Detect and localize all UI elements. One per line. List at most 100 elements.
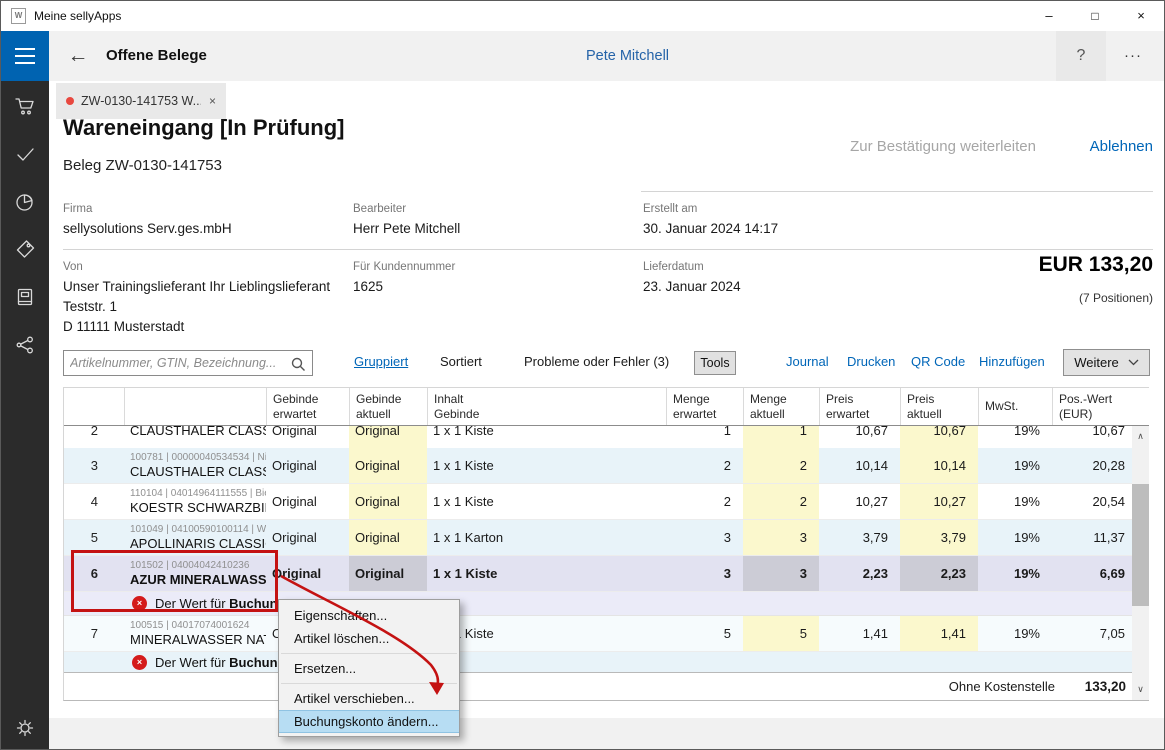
forward-for-approval-button[interactable]: Zur Bestätigung weiterleiten (850, 138, 1036, 155)
positions-table: Gebindeerwartet Gebindeaktuell InhaltGeb… (63, 387, 1149, 701)
hinzufuegen-link[interactable]: Hinzufügen (979, 354, 1045, 369)
inhalt-cell: 1 x 1 Kiste (427, 448, 666, 483)
inhalt-cell: 1 x 1 Kiste (427, 426, 666, 448)
document-subtitle: Beleg ZW-0130-141753 (63, 157, 222, 174)
pie-chart-icon[interactable] (14, 191, 36, 213)
tab-status-dot-icon (66, 97, 74, 105)
annotation-highlight-box (71, 550, 278, 612)
bearbeiter-label: Bearbeiter (353, 203, 406, 215)
checkmark-icon[interactable] (14, 143, 36, 165)
col-header-menge-erwartet[interactable]: Mengeerwartet (666, 388, 743, 425)
preis-aktuell-cell: 10,14 (900, 448, 978, 483)
gebinde-aktuell-cell: Original (349, 556, 427, 591)
table-row[interactable]: 7 100515 | 04017074001624MINERALWASSER N… (64, 616, 1149, 652)
col-header-pos-wert[interactable]: Pos.-Wert(EUR) (1052, 388, 1133, 425)
preis-erwartet-cell: 10,67 (819, 426, 900, 448)
scroll-up-arrow-icon[interactable]: ∧ (1132, 428, 1149, 445)
von-line3: D 11111 Musterstadt (63, 317, 184, 337)
kundennummer-label: Für Kundennummer (353, 261, 455, 273)
mwst-cell: 19% (978, 484, 1052, 519)
back-arrow-icon: ← (68, 44, 89, 67)
minimize-button[interactable]: – (1026, 1, 1072, 31)
row-number: 3 (64, 448, 124, 483)
col-header-inhalt-gebinde[interactable]: InhaltGebinde (427, 388, 666, 425)
lieferdatum-label: Lieferdatum (643, 261, 704, 273)
article-cell: 100515 | 04017074001624MINERALWASSER NAT… (124, 616, 266, 651)
book-icon[interactable] (14, 286, 36, 308)
app-window: W Meine sellyApps – □ × ← Offene Belege … (0, 0, 1165, 750)
article-cell: 110104 | 04014964111555 | Bier...KOESTR … (124, 484, 266, 519)
bearbeiter-value: Herr Pete Mitchell (353, 219, 460, 239)
von-line2: Teststr. 1 (63, 297, 117, 317)
menu-item-artikel-verschieben[interactable]: Artikel verschieben... (279, 687, 459, 710)
kostenstelle-label: Ohne Kostenstelle (949, 679, 1055, 694)
tab-label: ZW-0130-141753 W... (81, 94, 201, 108)
share-network-icon[interactable] (14, 334, 36, 356)
error-row: × Der Wert für Buchungsk (64, 652, 1149, 674)
more-options-button[interactable]: ··· (1110, 31, 1156, 81)
col-header-menge-aktuell[interactable]: Mengeaktuell (743, 388, 819, 425)
document-tab[interactable]: ZW-0130-141753 W... × (56, 83, 226, 119)
menu-item-ersetzen[interactable]: Ersetzen... (279, 657, 459, 680)
firma-label: Firma (63, 203, 92, 215)
tab-close-icon[interactable]: × (209, 94, 216, 108)
inhalt-cell: 1 x 1 Kiste (427, 484, 666, 519)
gruppiert-filter[interactable]: Gruppiert (354, 354, 408, 369)
table-row[interactable]: 3 100781 | 00000040534534 | Nich...CLAUS… (64, 448, 1149, 484)
col-header-gebinde-erwartet[interactable]: Gebindeerwartet (266, 388, 349, 425)
content-area: ZW-0130-141753 W... × Wareneingang [In P… (49, 81, 1165, 750)
lieferdatum-value: 23. Januar 2024 (643, 277, 741, 297)
divider (63, 249, 1153, 250)
vertical-scrollbar[interactable]: ∧ ∨ (1132, 426, 1149, 700)
help-icon: ? (1077, 47, 1086, 64)
tools-button[interactable]: Tools (694, 351, 736, 375)
gebinde-erwartet-cell: Original (266, 426, 349, 448)
pos-wert-cell: 10,67 (1052, 426, 1133, 448)
table-row[interactable]: 4 110104 | 04014964111555 | Bier...KOEST… (64, 484, 1149, 520)
reject-button[interactable]: Ablehnen (1090, 138, 1153, 155)
inhalt-cell: 1 x 1 Kiste (427, 616, 666, 651)
sortiert-filter[interactable]: Sortiert (440, 354, 482, 369)
price-tag-icon[interactable] (14, 238, 36, 260)
menu-item-eigenschaften[interactable]: Eigenschaften... (279, 604, 459, 627)
gebinde-erwartet-cell: Original (266, 556, 349, 591)
qr-code-link[interactable]: QR Code (911, 354, 965, 369)
document-title: Wareneingang [In Prüfung] (63, 115, 345, 141)
menu-item-buchungskonto-aendern[interactable]: Buchungskonto ändern... (279, 710, 459, 733)
chevron-down-icon (1128, 359, 1139, 366)
help-button[interactable]: ? (1056, 31, 1106, 81)
col-header-gebinde-aktuell[interactable]: Gebindeaktuell (349, 388, 427, 425)
hamburger-menu-button[interactable] (1, 31, 49, 81)
preis-erwartet-cell: 10,14 (819, 448, 900, 483)
user-name-link[interactable]: Pete Mitchell (586, 48, 669, 64)
col-header-artikel (124, 388, 266, 425)
menge-aktuell-cell: 3 (743, 556, 819, 591)
col-header-preis-erwartet[interactable]: Preiserwartet (819, 388, 900, 425)
menu-item-artikel-loeschen[interactable]: Artikel löschen... (279, 627, 459, 650)
scrollbar-thumb[interactable] (1132, 484, 1149, 606)
weitere-dropdown-button[interactable]: Weitere (1063, 349, 1150, 376)
inhalt-cell: 1 x 1 Kiste (427, 556, 666, 591)
inhalt-cell: 1 x 1 Karton (427, 520, 666, 555)
table-row[interactable]: 2 CLAUSTHALER CLASS 4X... Original Origi… (64, 426, 1149, 448)
menge-erwartet-cell: 3 (666, 520, 743, 555)
col-header-num (64, 388, 124, 425)
col-header-mwst[interactable]: MwSt. (978, 388, 1052, 425)
back-button[interactable]: ← (63, 42, 93, 70)
erstellt-am-label: Erstellt am (643, 203, 697, 215)
journal-link[interactable]: Journal (786, 354, 829, 369)
close-button[interactable]: × (1118, 1, 1164, 31)
table-header-row: Gebindeerwartet Gebindeaktuell InhaltGeb… (64, 388, 1149, 426)
settings-gear-icon[interactable] (14, 717, 36, 739)
maximize-button[interactable]: □ (1072, 1, 1118, 31)
clipped-row-container: 2 CLAUSTHALER CLASS 4X... Original Origi… (64, 426, 1149, 448)
gebinde-aktuell-cell: Original (349, 448, 427, 483)
scroll-down-arrow-icon[interactable]: ∨ (1132, 681, 1149, 698)
drucken-link[interactable]: Drucken (847, 354, 895, 369)
gebinde-aktuell-cell: Original (349, 484, 427, 519)
search-input[interactable] (70, 352, 288, 374)
cart-icon[interactable] (14, 95, 36, 117)
titlebar: W Meine sellyApps – □ × (1, 1, 1164, 31)
col-header-preis-aktuell[interactable]: Preisaktuell (900, 388, 978, 425)
probleme-filter[interactable]: Probleme oder Fehler (3) (524, 354, 669, 369)
